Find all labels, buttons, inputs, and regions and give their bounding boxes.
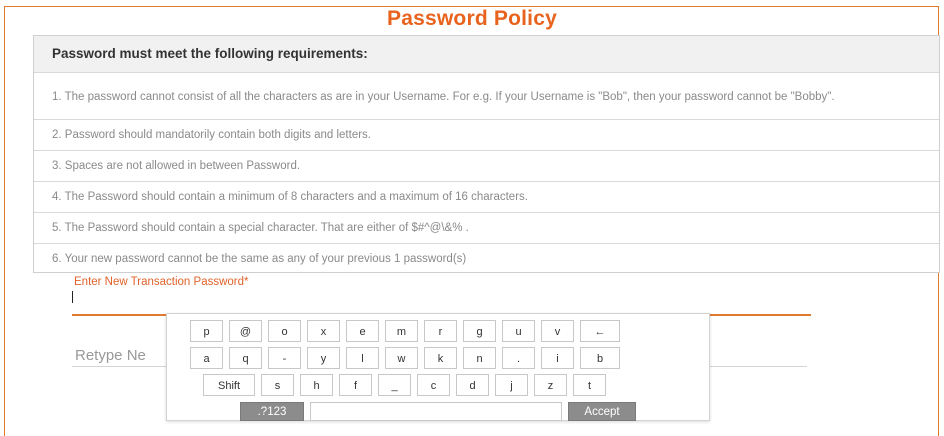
key-l[interactable]: l (346, 347, 379, 369)
text-caret (72, 291, 73, 303)
page-title: Password Policy (387, 7, 557, 30)
policy-rule-text: 6. Your new password cannot be the same … (52, 253, 467, 265)
policy-rule-4: 4. The Password should contain a minimum… (34, 182, 939, 213)
key-s[interactable]: s (261, 374, 294, 396)
password-policy-panel: Password must meet the following require… (33, 35, 940, 273)
key-e[interactable]: e (346, 320, 379, 342)
policy-heading: Password must meet the following require… (34, 36, 939, 73)
policy-rule-2: 2. Password should mandatorily contain b… (34, 120, 939, 151)
key-q[interactable]: q (229, 347, 262, 369)
virtual-keyboard: p @ o x e m r g u v ← a q - y l w k n . … (166, 313, 710, 421)
policy-rule-3: 3. Spaces are not allowed in between Pas… (34, 151, 939, 182)
key-r[interactable]: r (424, 320, 457, 342)
policy-rule-5: 5. The Password should contain a special… (34, 213, 939, 244)
key-w[interactable]: w (385, 347, 418, 369)
key-y[interactable]: y (307, 347, 340, 369)
policy-rule-text: 1. The password cannot consist of all th… (52, 90, 835, 103)
policy-rule-6: 6. Your new password cannot be the same … (34, 244, 939, 275)
retype-password-label: Retype Ne (75, 347, 146, 364)
shift-key[interactable]: Shift (203, 374, 255, 396)
key-d[interactable]: d (456, 374, 489, 396)
policy-rule-text: 5. The Password should contain a special… (52, 221, 469, 234)
key-n[interactable]: n (463, 347, 496, 369)
policy-rule-1: 1. The password cannot consist of all th… (34, 73, 939, 120)
key-i[interactable]: i (541, 347, 574, 369)
key-f[interactable]: f (339, 374, 372, 396)
new-password-label: Enter New Transaction Password* (74, 276, 249, 288)
key-a[interactable]: a (190, 347, 223, 369)
key-at[interactable]: @ (229, 320, 262, 342)
policy-rule-text: 3. Spaces are not allowed in between Pas… (52, 159, 301, 172)
symbols-toggle-key[interactable]: .?123 (240, 402, 304, 421)
backspace-key[interactable]: ← (580, 320, 620, 342)
key-g[interactable]: g (463, 320, 496, 342)
key-m[interactable]: m (385, 320, 418, 342)
key-period[interactable]: . (502, 347, 535, 369)
key-c[interactable]: c (417, 374, 450, 396)
accept-button[interactable]: Accept (568, 402, 636, 421)
key-x[interactable]: x (307, 320, 340, 342)
policy-rule-text: 4. The Password should contain a minimum… (52, 190, 528, 203)
new-password-label-text: Enter New Transaction Password (74, 276, 245, 288)
space-key[interactable] (310, 402, 562, 421)
key-t[interactable]: t (573, 374, 606, 396)
key-p[interactable]: p (190, 320, 223, 342)
new-password-input[interactable] (72, 288, 811, 316)
key-b[interactable]: b (580, 347, 620, 369)
key-h[interactable]: h (300, 374, 333, 396)
key-z[interactable]: z (534, 374, 567, 396)
key-k[interactable]: k (424, 347, 457, 369)
key-underscore[interactable]: _ (378, 374, 411, 396)
required-mark: * (244, 276, 249, 288)
key-v[interactable]: v (541, 320, 574, 342)
policy-rule-text: 2. Password should mandatorily contain b… (52, 128, 371, 141)
key-o[interactable]: o (268, 320, 301, 342)
key-hyphen[interactable]: - (268, 347, 301, 369)
key-j[interactable]: j (495, 374, 528, 396)
key-u[interactable]: u (502, 320, 535, 342)
